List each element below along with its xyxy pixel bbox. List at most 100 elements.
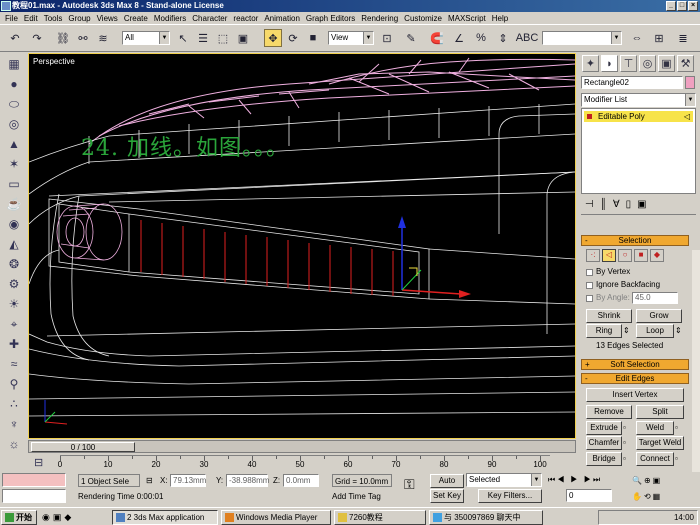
move-gizmo[interactable] [398, 216, 471, 298]
select-scale-icon[interactable]: ■ [304, 29, 322, 47]
camera-icon[interactable]: ⌖ [3, 315, 25, 333]
show-end-result-icon[interactable]: ║ [600, 199, 613, 210]
task-3ds-max[interactable]: 2 3ds Max application [112, 510, 218, 525]
gear-icon[interactable]: ⚙ [3, 275, 25, 293]
by-vertex-checkbox[interactable]: By Vertex [586, 267, 630, 277]
reference-coordinate-dropdown[interactable]: View ▼ [328, 31, 374, 45]
maxscript-output[interactable] [2, 489, 66, 503]
menu-rendering[interactable]: Rendering [358, 14, 401, 23]
menu-file[interactable]: File [2, 14, 21, 23]
named-selection-sets-dropdown[interactable]: ▼ [542, 31, 622, 45]
track-bar-icon[interactable]: ⊟ [34, 456, 43, 469]
close-button[interactable]: × [688, 1, 698, 11]
menu-tools[interactable]: Tools [41, 14, 66, 23]
menu-reactor[interactable]: reactor [230, 14, 261, 23]
snap-toggle-icon[interactable]: 🧲 [428, 29, 446, 47]
percent-snap-icon[interactable]: % [472, 29, 490, 47]
menu-animation[interactable]: Animation [261, 14, 303, 23]
display-tab-icon[interactable]: ▣ [658, 55, 675, 72]
undo-icon[interactable]: ↶ [6, 29, 24, 47]
configure-modifier-icon[interactable]: ▣ [637, 199, 652, 210]
menu-graph-editors[interactable]: Graph Editors [303, 14, 358, 23]
split-button[interactable]: Split [636, 405, 684, 419]
connect-button[interactable]: Connect [636, 452, 674, 466]
layer-manager-icon[interactable]: ≣ [674, 29, 692, 47]
current-frame-field[interactable]: 0 [566, 489, 612, 502]
modify-tab-icon[interactable]: ◗ [601, 55, 618, 72]
menu-maxscript[interactable]: MAXScript [445, 14, 489, 23]
minimize-button[interactable]: _ [666, 1, 676, 11]
tube-icon[interactable]: ◉ [3, 215, 25, 233]
lock-selection-icon[interactable]: ⊟ [146, 474, 153, 487]
loop-spinner-icon[interactable]: ⇕ [675, 324, 682, 337]
track-bar[interactable]: 0 10 20 30 40 50 60 70 80 90 100 [58, 455, 550, 471]
stack-item-editable-poly[interactable]: Editable Poly ◁ [584, 111, 693, 122]
cylinder-icon[interactable]: ⬭ [3, 95, 25, 113]
menu-modifiers[interactable]: Modifiers [151, 14, 189, 23]
unlink-icon[interactable]: ⚯ [74, 29, 92, 47]
element-level-icon[interactable]: ◆ [650, 249, 664, 262]
select-move-icon[interactable]: ✥ [264, 29, 282, 47]
remove-modifier-icon[interactable]: ▯ [626, 199, 638, 210]
selection-rollout[interactable]: - Selection [581, 235, 689, 246]
window-crossing-icon[interactable]: ▣ [234, 29, 252, 47]
helper-icon[interactable]: ✚ [3, 335, 25, 353]
task-chat[interactable]: 与 350097869 聊天中 [429, 510, 543, 525]
target-weld-button[interactable]: Target Weld [636, 436, 684, 450]
menu-group[interactable]: Group [65, 14, 93, 23]
maxscript-listener[interactable] [2, 473, 66, 487]
geosphere-icon[interactable]: ❂ [3, 255, 25, 273]
light-icon[interactable]: ☀ [3, 295, 25, 313]
weld-settings-icon[interactable]: ▫ [675, 421, 678, 434]
box-icon[interactable]: ▦ [3, 55, 25, 73]
vertex-level-icon[interactable]: ·: [586, 249, 600, 262]
particles-icon[interactable]: ∴ [3, 395, 25, 413]
key-filters-button[interactable]: Key Filters... [478, 489, 542, 503]
menu-help[interactable]: Help [489, 14, 511, 23]
modifier-list-dropdown[interactable]: Modifier List ▼ [581, 93, 696, 107]
connect-settings-icon[interactable]: ▫ [675, 452, 678, 465]
time-slider-track[interactable]: 0 / 100 [28, 440, 576, 453]
auto-key-button[interactable]: Auto Key [430, 474, 464, 497]
loop-button[interactable]: Loop [636, 324, 674, 338]
selection-filter-dropdown[interactable]: All ▼ [122, 31, 170, 45]
menu-character[interactable]: Character [189, 14, 230, 23]
bridge-settings-icon[interactable]: ▫ [623, 452, 626, 465]
command-panel-scrollbar[interactable] [692, 250, 700, 472]
object-color-swatch[interactable] [685, 76, 695, 89]
align-icon[interactable]: ⊞ [650, 29, 668, 47]
select-object-icon[interactable]: ↖ [174, 29, 192, 47]
select-by-name-icon[interactable]: ☰ [194, 29, 212, 47]
create-tab-icon[interactable]: ✦ [582, 55, 599, 72]
redo-icon[interactable]: ↷ [28, 29, 46, 47]
x-coordinate-field[interactable]: 79.13mm [170, 474, 206, 487]
plane-icon[interactable]: ▭ [3, 175, 25, 193]
viewport-label[interactable]: Perspective [33, 57, 75, 66]
hierarchy-tab-icon[interactable]: ⊤ [620, 55, 637, 72]
remove-button[interactable]: Remove [586, 405, 632, 419]
cone-icon[interactable]: ▲ [3, 135, 25, 153]
menu-views[interactable]: Views [94, 14, 121, 23]
ring-button[interactable]: Ring [586, 324, 622, 338]
grow-button[interactable]: Grow [636, 309, 682, 323]
bone-icon[interactable]: ⚲ [3, 375, 25, 393]
pivot-center-icon[interactable]: ⊡ [378, 29, 396, 47]
bridge-button[interactable]: Bridge [586, 452, 622, 466]
light-bulb-icon[interactable] [587, 114, 592, 119]
z-coordinate-field[interactable]: 0.0mm [283, 474, 319, 487]
time-slider[interactable]: 0 / 100 [31, 442, 135, 452]
start-button[interactable]: 开始 [1, 510, 37, 525]
edge-level-icon[interactable]: ◁ [602, 249, 616, 262]
extrude-settings-icon[interactable]: ▫ [623, 421, 626, 434]
menu-edit[interactable]: Edit [21, 14, 41, 23]
by-angle-checkbox[interactable]: By Angle: [586, 293, 630, 303]
pyramid-icon[interactable]: ◭ [3, 235, 25, 253]
zoom-icon[interactable]: 🔍⊕▣ [632, 474, 662, 487]
key-mode-dropdown[interactable]: Selected ▼ [466, 473, 542, 487]
spacewarp-icon[interactable]: ≈ [3, 355, 25, 373]
chamfer-button[interactable]: Chamfer [586, 436, 622, 450]
star-icon[interactable]: ✶ [3, 155, 25, 173]
make-unique-icon[interactable]: ∀ [613, 199, 626, 210]
key-icon[interactable]: ⚿ [404, 477, 415, 491]
manipulate-icon[interactable]: ✎ [402, 29, 420, 47]
